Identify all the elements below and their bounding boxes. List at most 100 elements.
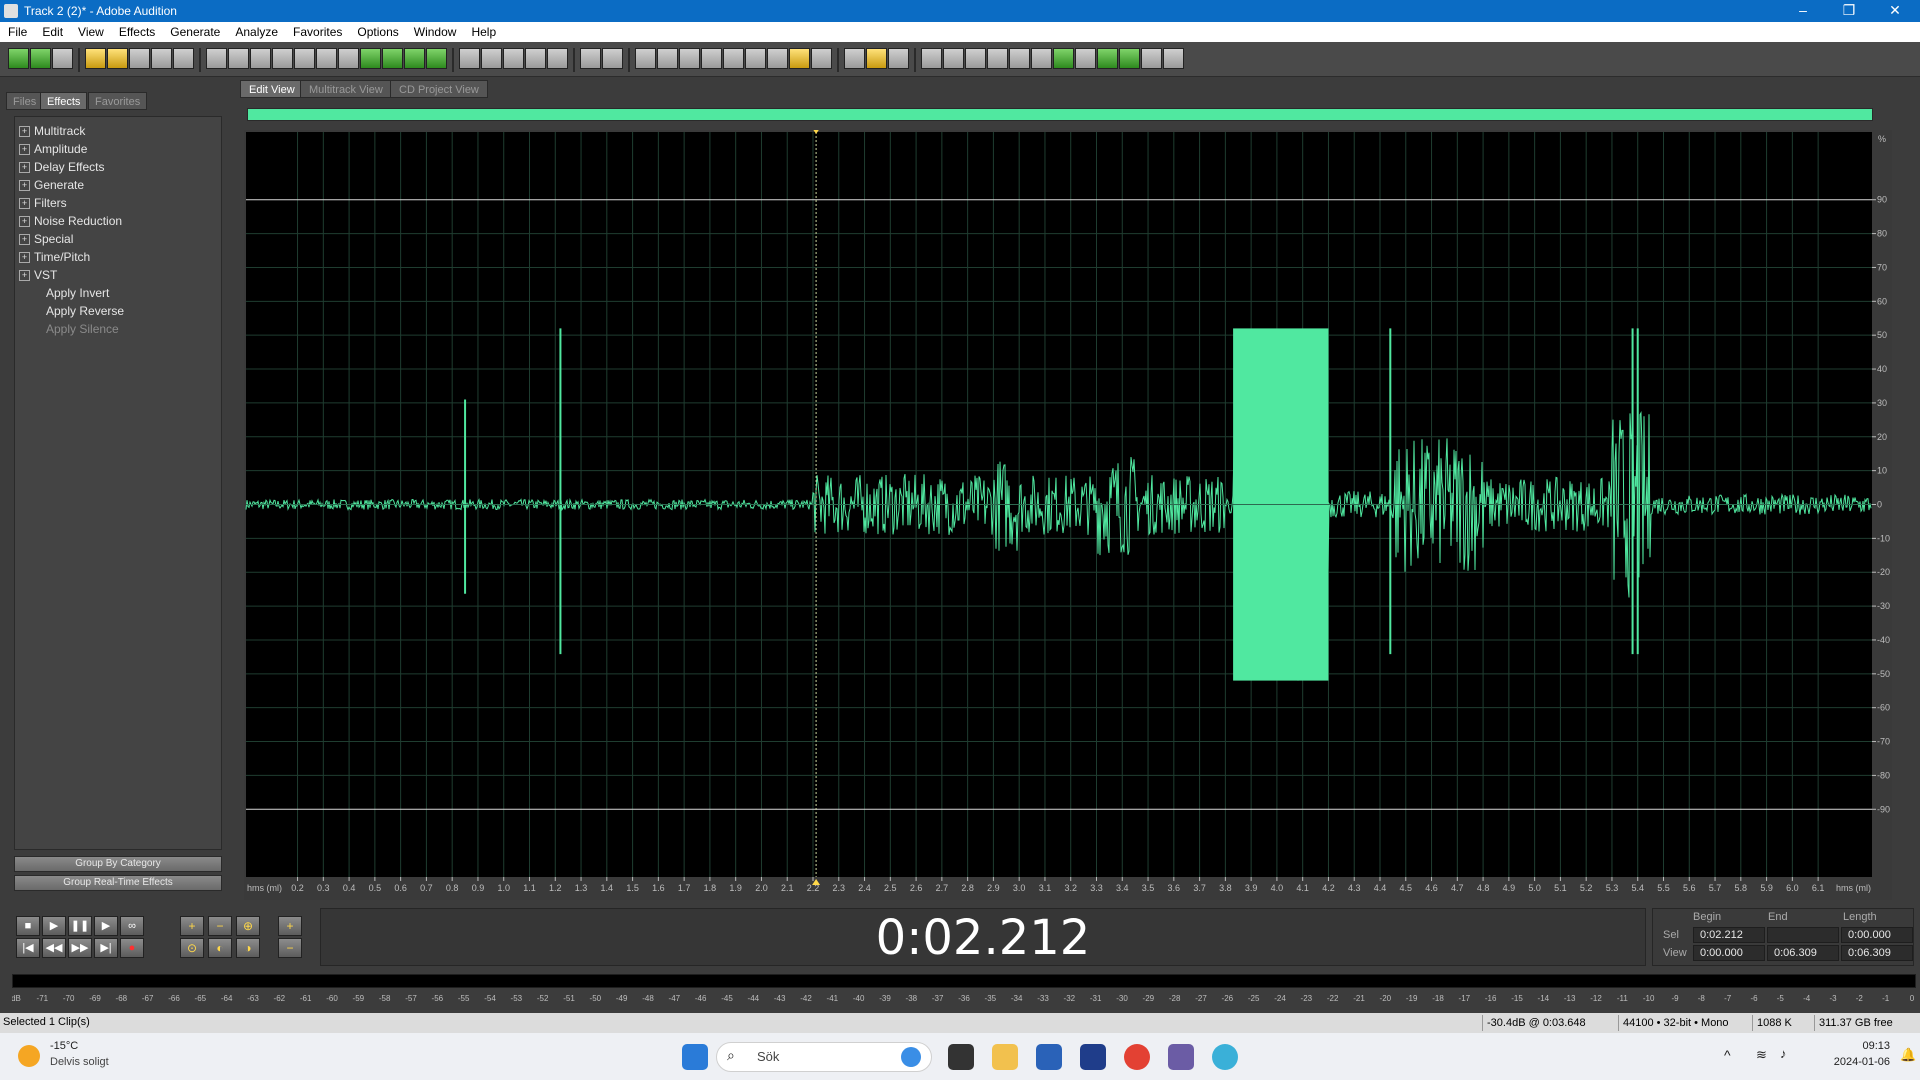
waveform-view-icon[interactable]: [657, 48, 678, 69]
play-icon[interactable]: ▶: [42, 916, 66, 936]
expand-icon[interactable]: +: [19, 126, 30, 138]
trim-icon[interactable]: [404, 48, 425, 69]
file-explorer-icon[interactable]: [992, 1044, 1018, 1070]
marquee-tool-icon[interactable]: [602, 48, 623, 69]
search-box[interactable]: ⌕ Sök: [716, 1042, 932, 1072]
menu-options[interactable]: Options: [349, 22, 405, 39]
view-begin-field[interactable]: 0:00.000: [1693, 945, 1765, 961]
paste-icon[interactable]: [338, 48, 359, 69]
tree-item-vst[interactable]: + VST: [19, 267, 57, 283]
reverse-icon[interactable]: [943, 48, 964, 69]
tips-icon[interactable]: [866, 48, 887, 69]
reverb-icon[interactable]: [1119, 48, 1140, 69]
tab-cd-project-view[interactable]: CD Project View: [390, 80, 488, 98]
expand-icon[interactable]: +: [19, 252, 30, 264]
group-by-category-button[interactable]: Group By Category: [14, 856, 222, 872]
b-app-icon[interactable]: [1080, 1044, 1106, 1070]
store-icon[interactable]: [1036, 1044, 1062, 1070]
layout-icon[interactable]: [811, 48, 832, 69]
zoom-selection-icon[interactable]: ⊙: [180, 938, 204, 958]
play-to-end-icon[interactable]: ▶: [94, 916, 118, 936]
tab-multitrack-view[interactable]: Multitrack View: [300, 80, 392, 98]
redo-icon[interactable]: [228, 48, 249, 69]
play-preview-icon[interactable]: [701, 48, 722, 69]
minimize-button[interactable]: –: [1780, 0, 1826, 22]
settings-icon[interactable]: [844, 48, 865, 69]
sel-length-field[interactable]: 0:00.000: [1841, 927, 1913, 943]
zoom-left-icon[interactable]: ◐: [208, 938, 232, 958]
tree-item-special[interactable]: + Special: [19, 231, 73, 247]
tray-chevron-icon[interactable]: ^: [1724, 1047, 1731, 1063]
repeat-icon[interactable]: [250, 48, 271, 69]
waveform-display[interactable]: % 90 80 70 60 50 40 30 20 10 0 -10 -20 -30 -40 -50 -60 -7…: [244, 130, 1892, 900]
zoom-out-icon[interactable]: −: [208, 916, 232, 936]
tree-item-filters[interactable]: + Filters: [19, 195, 67, 211]
weather-icon[interactable]: [18, 1045, 40, 1067]
crossfade-icon[interactable]: [547, 48, 568, 69]
overview-bar[interactable]: [247, 108, 1873, 121]
help-icon[interactable]: [888, 48, 909, 69]
invert-icon[interactable]: [1031, 48, 1052, 69]
eq-icon[interactable]: [1075, 48, 1096, 69]
cd-view-icon[interactable]: [52, 48, 73, 69]
start-icon[interactable]: [682, 1044, 708, 1070]
tree-item-amplitude[interactable]: + Amplitude: [19, 141, 87, 157]
vst-icon[interactable]: [1163, 48, 1184, 69]
pause-icon[interactable]: ❚❚: [68, 916, 92, 936]
menu-favorites[interactable]: Favorites: [285, 22, 349, 39]
globe-app-icon[interactable]: [1212, 1044, 1238, 1070]
cut-icon[interactable]: [316, 48, 337, 69]
new-file-icon[interactable]: [85, 48, 106, 69]
menu-window[interactable]: Window: [406, 22, 464, 39]
tree-item-apply-reverse[interactable]: Apply Reverse: [46, 303, 124, 319]
silence-icon[interactable]: [965, 48, 986, 69]
expand-icon[interactable]: +: [19, 270, 30, 282]
tree-item-time-pitch[interactable]: + Time/Pitch: [19, 249, 90, 265]
spectral-view-icon[interactable]: [635, 48, 656, 69]
time-select-tool-icon[interactable]: [580, 48, 601, 69]
normalize-icon[interactable]: [987, 48, 1008, 69]
menu-file[interactable]: File: [0, 22, 34, 39]
open-file-icon[interactable]: [107, 48, 128, 69]
close-button[interactable]: ✕: [1872, 0, 1918, 22]
copy-icon[interactable]: [272, 48, 293, 69]
stop-icon[interactable]: ■: [16, 916, 40, 936]
audition-icon[interactable]: [1168, 1044, 1194, 1070]
expand-icon[interactable]: +: [19, 234, 30, 246]
playlist-icon[interactable]: [789, 48, 810, 69]
amplify-icon[interactable]: [1053, 48, 1074, 69]
menu-analyze[interactable]: Analyze: [227, 22, 285, 39]
expand-icon[interactable]: +: [19, 180, 30, 192]
noise-reduction-icon[interactable]: [1009, 48, 1030, 69]
copy-new-icon[interactable]: [294, 48, 315, 69]
bing-icon[interactable]: [901, 1047, 921, 1067]
zoom-right-icon[interactable]: ◑: [236, 938, 260, 958]
go-to-end-icon[interactable]: ▶|: [94, 938, 118, 958]
close-file-icon[interactable]: [173, 48, 194, 69]
paste-new-icon[interactable]: [360, 48, 381, 69]
pitch-icon[interactable]: [1141, 48, 1162, 69]
expand-icon[interactable]: +: [19, 198, 30, 210]
expand-icon[interactable]: +: [19, 216, 30, 228]
chrome-icon[interactable]: [1124, 1044, 1150, 1070]
fast-forward-icon[interactable]: ▶▶: [68, 938, 92, 958]
grid-icon[interactable]: [503, 48, 524, 69]
tab-edit-view[interactable]: Edit View: [240, 80, 304, 98]
tab-effects[interactable]: Effects: [40, 92, 88, 110]
dynamics-icon[interactable]: [1097, 48, 1118, 69]
volume-icon[interactable]: ♪: [1780, 1046, 1787, 1061]
tree-item-apply-invert[interactable]: Apply Invert: [46, 285, 109, 301]
delete-icon[interactable]: [426, 48, 447, 69]
record-icon[interactable]: ●: [120, 938, 144, 958]
wifi-icon[interactable]: ≋: [1756, 1047, 1767, 1063]
info-icon[interactable]: [679, 48, 700, 69]
clock-time[interactable]: 09:13: [1820, 1040, 1890, 1052]
task-view-icon[interactable]: [948, 1044, 974, 1070]
expand-icon[interactable]: +: [19, 162, 30, 174]
envelope-icon[interactable]: [459, 48, 480, 69]
zoom-vertical-out-icon[interactable]: −: [278, 938, 302, 958]
undo-icon[interactable]: [206, 48, 227, 69]
tab-favorites[interactable]: Favorites: [88, 92, 148, 110]
expand-icon[interactable]: +: [19, 144, 30, 156]
zoom-full-icon[interactable]: ⊕: [236, 916, 260, 936]
